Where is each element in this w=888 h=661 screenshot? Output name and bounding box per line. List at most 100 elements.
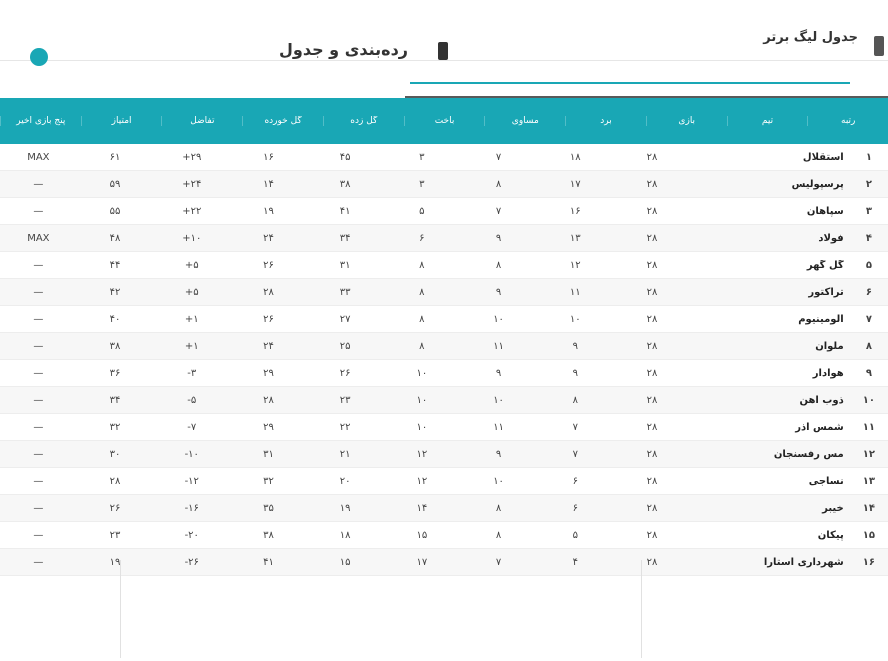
cell-gd: +۱ [184,340,199,352]
cell-team[interactable]: ملوان [690,341,849,352]
cell-rank: ۹ [865,367,872,379]
cell-team[interactable]: مس رفسنجان [690,449,849,460]
cell-l: ۸ [419,313,425,325]
cell-d: ۸ [495,259,502,271]
cell-gf: ۴۱ [339,205,351,217]
column-header[interactable]: تیم [726,116,808,126]
table-row[interactable]: — ۴۲ +۵ ۲۸ ۳۳ ۸ ۹ ۱۱ ۲۸ تراکتور ۶ [0,279,888,306]
site-logo[interactable] [30,48,48,66]
cell-gd: +۵ [184,259,199,271]
cell-form: — [33,313,44,325]
cell-team[interactable]: ذوب آهن [690,395,849,406]
cell-gf: ۲۲ [339,421,351,433]
menu-icon[interactable] [874,36,884,56]
cell-d: ۹ [495,286,502,298]
cell-team[interactable]: گل گهر [690,260,849,271]
column-header[interactable]: گل زده [322,116,404,126]
cell-p: ۲۸ [646,448,658,460]
cell-gd: +۲۲ [182,205,202,217]
cell-gd: -۲۰ [184,529,199,541]
table-row[interactable]: — ۴۴ +۵ ۲۶ ۳۱ ۸ ۸ ۱۲ ۲۸ گل گهر ۵ [0,252,888,279]
cell-team[interactable]: فولاد [690,233,849,244]
cell-team[interactable]: شمس آذر [690,422,849,433]
cell-ga: ۲۸ [263,394,274,406]
site-title: جدول لیگ برتر [763,30,858,45]
table-row[interactable]: — ۲۶ -۱۶ ۳۵ ۱۹ ۱۴ ۸ ۶ ۲۸ خیبر ۱۴ [0,495,888,522]
table-row[interactable]: — ۲۸ -۱۲ ۳۲ ۲۰ ۱۲ ۱۰ ۶ ۲۸ نساجی ۱۳ [0,468,888,495]
cell-ga: ۲۹ [263,367,274,379]
cell-ga: ۳۲ [263,475,274,487]
column-header[interactable]: برد [565,116,646,126]
column-header[interactable]: باخت [403,116,485,126]
cell-team[interactable]: پرسپولیس [690,179,849,190]
cell-team[interactable]: آلومینیوم [690,314,849,325]
cell-gd: -۱۰ [184,448,199,460]
table-row[interactable]: — ۲۳ -۲۰ ۳۸ ۱۸ ۱۵ ۸ ۵ ۲۸ پیکان ۱۵ [0,522,888,549]
cell-ga: ۲۸ [263,286,274,298]
table-row[interactable]: — ۳۰ -۱۰ ۳۱ ۲۱ ۱۲ ۹ ۷ ۲۸ مس رفسنجان ۱۲ [0,441,888,468]
cell-pts: ۴۰ [109,313,121,325]
cell-team[interactable]: هوادار [690,368,849,379]
cell-form: — [33,502,44,514]
cell-team[interactable]: پیکان [690,530,849,541]
cell-team[interactable]: استقلال [690,152,849,163]
cell-rank: ۱۳ [862,475,875,487]
cell-team[interactable]: تراکتور [690,287,849,298]
cell-gf: ۱۸ [339,529,351,541]
cell-team[interactable]: خیبر [690,503,849,514]
table-row[interactable]: — ۳۴ -۵ ۲۸ ۲۳ ۱۰ ۱۰ ۸ ۲۸ ذوب آهن ۱۰ [0,387,888,414]
cell-w: ۱۶ [569,205,581,217]
cell-gf: ۲۷ [339,313,351,325]
cell-d: ۸ [495,178,502,190]
cell-form: — [33,178,44,190]
cell-form: — [33,421,44,433]
cell-team[interactable]: سپاهان [690,206,849,217]
column-header[interactable]: بازی [645,116,727,126]
table-body: MAX ۶۱ +۲۹ ۱۶ ۴۵ ۳ ۷ ۱۸ ۲۸ استقلال ۱—۵۹ +۲۴ ۱۴ ۳۸ ۳ ۸ ۱۷… [0,144,888,576]
column-header[interactable]: امتیاز [80,116,162,126]
cell-p: ۲۸ [646,502,658,514]
cell-gd: -۵ [187,394,197,406]
table-row[interactable]: —۵۹ +۲۴ ۱۴ ۳۸ ۳ ۸ ۱۷ ۲۸ پرسپولیس ۲ [0,171,888,198]
table-row[interactable]: — ۳۶ -۳ ۲۹ ۲۶ ۱۰ ۹ ۹ ۲۸ هوادار ۹ [0,360,888,387]
table-row[interactable]: — ۵۵ +۲۲ ۱۹ ۴۱ ۵ ۷ ۱۶ ۲۸ سپاهان ۳ [0,198,888,225]
cell-p: ۲۸ [646,205,658,217]
column-header[interactable]: گل خورده [242,116,323,126]
cell-gf: ۲۶ [339,367,351,379]
cell-gd: +۵ [184,286,199,298]
cell-rank: ۱۰ [862,394,875,406]
cell-rank: ۱۲ [862,448,875,460]
cell-gd: +۲۴ [182,178,202,190]
table-row[interactable]: — ۴۰ +۱ ۲۶ ۲۷ ۸ ۱۰ ۱۰ ۲۸ آلومینیوم ۷ [0,306,888,333]
cell-form: MAX [27,151,50,163]
cell-pts: ۲۶ [109,502,121,514]
table-row[interactable]: MAX ۴۸ +۱۰ ۲۴ ۳۴ ۶ ۹ ۱۳ ۲۸ فولاد ۴ [0,225,888,252]
column-header[interactable]: مساوی [484,116,565,126]
cell-p: ۲۸ [646,529,658,541]
cell-team[interactable]: شهرداری آستارا [690,557,849,568]
cell-rank: ۱۴ [862,502,875,514]
cell-gf: ۳۳ [339,286,351,298]
cell-l: ۳ [419,151,425,163]
cell-team[interactable]: نساجی [690,476,849,487]
cell-rank: ۱۶ [862,556,875,568]
cell-w: ۷ [572,421,578,433]
cell-pts: ۲۸ [109,475,121,487]
table-row[interactable]: MAX ۶۱ +۲۹ ۱۶ ۴۵ ۳ ۷ ۱۸ ۲۸ استقلال ۱ [0,144,888,171]
cell-gd: -۷ [187,421,197,433]
cell-rank: ۷ [865,313,872,325]
cell-ga: ۱۴ [263,178,274,190]
cell-l: ۱۰ [416,421,428,433]
cell-gf: ۲۰ [339,475,351,487]
cell-form: — [33,340,44,352]
cell-p: ۲۸ [646,340,658,352]
table-row[interactable]: — ۳۸ +۱ ۲۴ ۲۵ ۸ ۱۱ ۹ ۲۸ ملوان ۸ [0,333,888,360]
column-header[interactable]: رتبه [807,116,888,126]
column-header[interactable]: پنج بازی اخیر [0,116,81,126]
header-divider [410,52,850,84]
cell-w: ۱۰ [569,313,581,325]
column-header[interactable]: تفاضل [161,116,242,126]
cell-d: ۷ [495,205,502,217]
cell-l: ۱۲ [416,448,428,460]
table-row[interactable]: — ۳۲ -۷ ۲۹ ۲۲ ۱۰ ۱۱ ۷ ۲۸ شمس آذر ۱۱ [0,414,888,441]
